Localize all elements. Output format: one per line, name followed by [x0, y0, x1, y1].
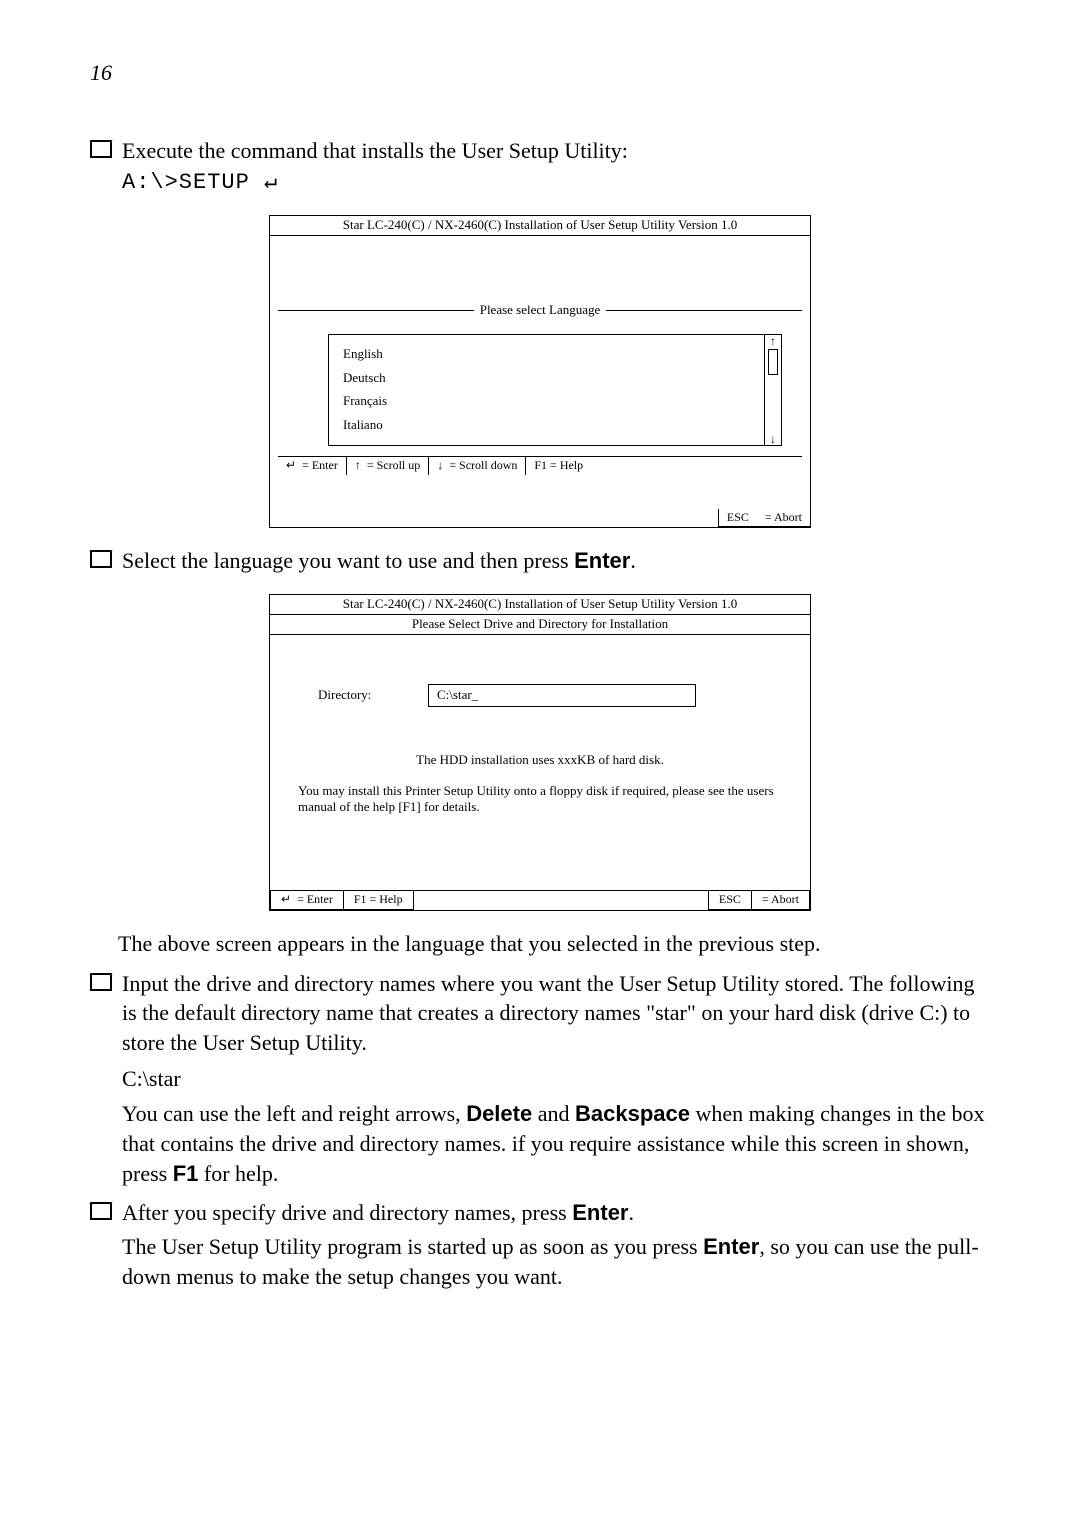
bullet1-command: A:\>SETUP ↵ [122, 170, 278, 195]
bullet-text-2: Select the language you want to use and … [122, 546, 990, 576]
dialog2-note1: The HDD installation uses xxxKB of hard … [278, 752, 802, 769]
dialog1-select-label: Please select Language [474, 302, 607, 319]
language-option-francais[interactable]: Français [343, 393, 750, 410]
dialog1-title: Star LC-240(C) / NX-2460(C) Installation… [270, 216, 810, 236]
bullet2-post: . [630, 548, 636, 573]
dialog2-note2: You may install this Printer Setup Utili… [298, 783, 782, 817]
enter-key-label: Enter [572, 1200, 628, 1225]
bullet-text-1: Execute the command that installs the Us… [122, 136, 990, 197]
scroll-thumb[interactable] [768, 349, 778, 375]
para-after-dlg2: The above screen appears in the language… [118, 929, 990, 959]
bullet-text-3: Input the drive and directory names wher… [122, 969, 990, 1189]
language-option-english[interactable]: English [343, 346, 750, 363]
directory-input[interactable]: C:\star_ [428, 684, 696, 707]
bullet3-para2a: You can use the left and reight arrows, [122, 1101, 466, 1126]
abort-label: = Abort [751, 891, 809, 909]
abort-esc-key: ESC [708, 891, 751, 909]
bullet4-a: After you specify drive and directory na… [122, 1200, 572, 1225]
bullet3-path: C:\star [122, 1064, 990, 1094]
enter-key-label: Enter [703, 1234, 759, 1259]
bullet4-para-a: The User Setup Utility program is starte… [122, 1234, 703, 1259]
bullet3-mid: and [532, 1101, 575, 1126]
bullet-icon [90, 975, 112, 991]
directory-label: Directory: [318, 687, 428, 704]
dialog1-help-bar: ↵ = Enter ↑ = Scroll up ↓ = Scroll down … [278, 456, 802, 475]
f1-key-label: F1 [173, 1161, 199, 1186]
help-enter-label: = Enter [302, 458, 338, 472]
help-scrolldown-label: = Scroll down [449, 458, 517, 472]
bullet-icon [90, 142, 112, 158]
delete-key-label: Delete [466, 1101, 532, 1126]
language-select-dialog: Star LC-240(C) / NX-2460(C) Installation… [269, 215, 811, 528]
dialog1-abort-bar: ESC = Abort [270, 509, 810, 528]
enter-key-label: Enter [574, 548, 630, 573]
directory-select-dialog: Star LC-240(C) / NX-2460(C) Installation… [269, 594, 811, 911]
dialog2-title: Star LC-240(C) / NX-2460(C) Installation… [270, 595, 810, 615]
abort-esc-key: ESC [718, 509, 757, 528]
dialog2-subtitle: Please Select Drive and Directory for In… [270, 615, 810, 635]
bullet4-b: . [629, 1200, 635, 1225]
backspace-key-label: Backspace [575, 1101, 690, 1126]
help-enter-label: = Enter [297, 892, 333, 906]
enter-key-icon: ↵ [281, 892, 291, 906]
bullet1-label: Execute the command that installs the Us… [122, 138, 628, 163]
bullet2-pre: Select the language you want to use and … [122, 548, 574, 573]
enter-key-icon: ↵ [286, 458, 296, 472]
abort-label: = Abort [757, 509, 810, 528]
bullet3-main: Input the drive and directory names wher… [122, 971, 975, 1055]
down-arrow-icon: ↓ [437, 458, 443, 472]
bullet-icon [90, 552, 112, 568]
dialog2-bottom-bar: ↵ = Enter F1 = Help ESC = Abort [270, 890, 810, 910]
language-listbox[interactable]: English Deutsch Français Italiano ↑ ↓ [328, 334, 782, 446]
bullet-text-4: After you specify drive and directory na… [122, 1198, 990, 1291]
language-option-italiano[interactable]: Italiano [343, 417, 750, 434]
help-f1-label: F1 = Help [526, 457, 802, 475]
scroll-down-icon[interactable]: ↓ [770, 433, 776, 445]
page-number: 16 [90, 60, 990, 86]
language-scrollbar[interactable]: ↑ ↓ [764, 335, 781, 445]
bullet-icon [90, 1204, 112, 1220]
help-f1-label: F1 = Help [344, 891, 414, 909]
scroll-up-icon[interactable]: ↑ [770, 335, 776, 347]
help-scrollup-label: = Scroll up [367, 458, 420, 472]
bullet3-para2c: for help. [198, 1161, 278, 1186]
language-option-deutsch[interactable]: Deutsch [343, 370, 750, 387]
up-arrow-icon: ↑ [355, 458, 361, 472]
